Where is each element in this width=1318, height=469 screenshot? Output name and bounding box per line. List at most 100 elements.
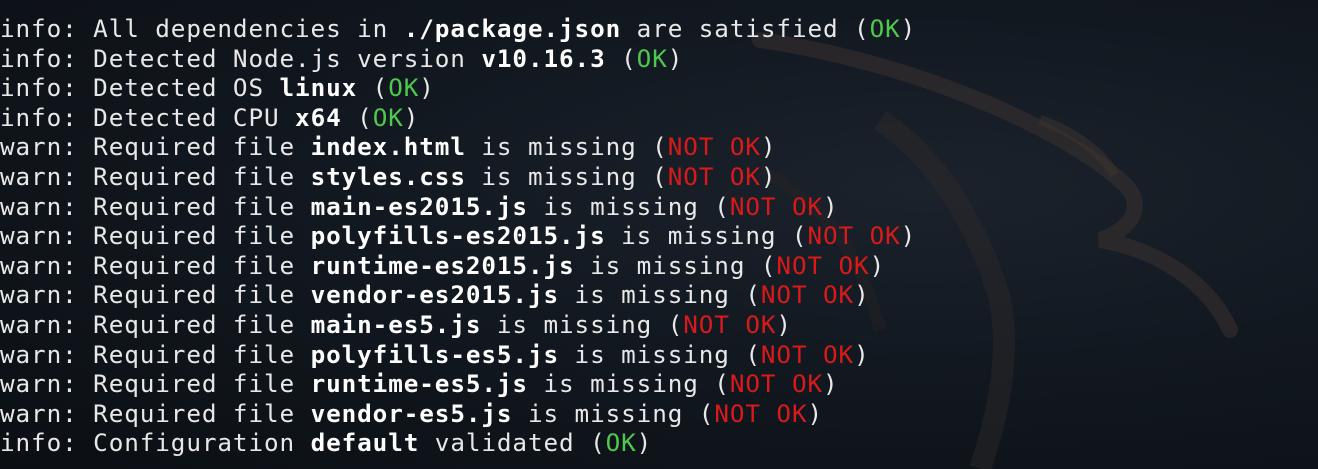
log-output: info: All dependencies in ./package.json… bbox=[0, 14, 1318, 458]
log-message-text: is missing ( bbox=[465, 132, 668, 162]
log-message-text: is missing ( bbox=[527, 369, 730, 399]
status-badge: OK bbox=[636, 43, 668, 73]
log-message-text: is missing ( bbox=[512, 398, 715, 428]
log-message-text: ) bbox=[419, 73, 435, 103]
log-line: warn: Required file styles.css is missin… bbox=[0, 162, 1318, 192]
log-highlight-text: runtime-es2015.js bbox=[310, 250, 575, 280]
log-highlight-text: v10.16.3 bbox=[481, 43, 606, 73]
log-message-text: ) bbox=[900, 14, 917, 43]
log-line: info: Detected OS linux (OK) bbox=[0, 73, 1318, 103]
log-message-text: is missing ( bbox=[465, 161, 668, 191]
log-line: warn: Required file vendor-es2015.js is … bbox=[0, 280, 1318, 310]
log-message-text: Required file bbox=[77, 250, 311, 280]
log-level-label: info: bbox=[0, 428, 78, 458]
log-line: info: Configuration default validated (O… bbox=[0, 428, 1318, 458]
log-message-text: Detected CPU bbox=[77, 102, 296, 132]
status-badge: OK bbox=[388, 73, 420, 103]
status-badge: NOT OK bbox=[807, 221, 901, 251]
log-line: warn: Required file vendor-es5.js is mis… bbox=[0, 399, 1318, 429]
log-highlight-text: runtime-es5.js bbox=[310, 369, 528, 399]
log-message-text: All dependencies in bbox=[77, 14, 404, 43]
log-level-label: warn: bbox=[0, 221, 78, 251]
log-level-label: warn: bbox=[0, 339, 78, 369]
log-highlight-text: x64 bbox=[295, 102, 342, 132]
log-message-text: is missing ( bbox=[559, 280, 761, 310]
status-badge: OK bbox=[605, 428, 637, 458]
log-highlight-text: linux bbox=[279, 73, 358, 103]
log-message-text: Required file bbox=[77, 161, 311, 191]
log-message-text: ) bbox=[760, 132, 777, 162]
log-level-label: info: bbox=[0, 102, 78, 132]
log-highlight-text: styles.css bbox=[310, 161, 466, 191]
log-level-label: info: bbox=[0, 43, 78, 73]
status-badge: NOT OK bbox=[729, 191, 824, 221]
log-level-label: warn: bbox=[0, 132, 78, 162]
log-message-text: ) bbox=[760, 161, 777, 191]
log-message-text: ) bbox=[667, 43, 684, 73]
log-highlight-text: main-es2015.js bbox=[310, 191, 528, 221]
log-highlight-text: polyfills-es2015.js bbox=[310, 221, 606, 251]
log-line: warn: Required file main-es2015.js is mi… bbox=[0, 192, 1318, 222]
log-message-text: ) bbox=[900, 221, 917, 251]
log-message-text: are satisfied ( bbox=[621, 14, 870, 43]
log-message-text: validated ( bbox=[419, 428, 606, 458]
log-message-text: Detected Node.js version bbox=[77, 43, 482, 73]
log-message-text: Required file bbox=[77, 339, 311, 369]
log-line: info: Detected CPU x64 (OK) bbox=[0, 103, 1318, 133]
log-level-label: warn: bbox=[0, 161, 78, 191]
log-message-text: is missing ( bbox=[559, 339, 761, 369]
log-message-text: Required file bbox=[77, 280, 311, 310]
log-line: warn: Required file polyfills-es2015.js … bbox=[0, 221, 1318, 251]
log-message-text: ( bbox=[341, 102, 373, 132]
log-line: warn: Required file index.html is missin… bbox=[0, 132, 1318, 162]
log-message-text: ) bbox=[807, 398, 824, 428]
log-message-text: is missing ( bbox=[527, 191, 730, 221]
log-message-text: Required file bbox=[77, 191, 311, 221]
log-level-label: warn: bbox=[0, 369, 78, 399]
log-highlight-text: main-es5.js bbox=[310, 309, 482, 339]
log-line: warn: Required file polyfills-es5.js is … bbox=[0, 340, 1318, 370]
status-badge: OK bbox=[869, 14, 901, 43]
log-message-text: ( bbox=[605, 43, 637, 73]
log-highlight-text: vendor-es2015.js bbox=[310, 280, 560, 310]
log-level-label: warn: bbox=[0, 309, 78, 339]
log-message-text: ) bbox=[823, 191, 839, 221]
log-level-label: info: bbox=[0, 73, 78, 103]
terminal-window[interactable]: info: All dependencies in ./package.json… bbox=[0, 0, 1318, 469]
log-line: info: Detected Node.js version v10.16.3 … bbox=[0, 44, 1318, 74]
status-badge: NOT OK bbox=[683, 309, 777, 339]
status-badge: NOT OK bbox=[760, 280, 855, 310]
log-message-text: Required file bbox=[77, 221, 311, 251]
log-message-text: ) bbox=[854, 339, 870, 369]
log-message-text: ) bbox=[869, 250, 886, 280]
log-highlight-text: vendor-es5.js bbox=[310, 398, 513, 428]
log-message-text: is missing ( bbox=[605, 221, 808, 251]
status-badge: NOT OK bbox=[667, 132, 761, 162]
status-badge: NOT OK bbox=[760, 339, 855, 369]
log-message-text: ) bbox=[403, 102, 420, 132]
log-message-text: is missing ( bbox=[481, 309, 684, 339]
log-message-text: ) bbox=[854, 280, 870, 310]
log-message-text: ) bbox=[776, 309, 792, 339]
log-line: warn: Required file main-es5.js is missi… bbox=[0, 310, 1318, 340]
log-level-label: warn: bbox=[0, 191, 78, 221]
log-line: warn: Required file runtime-es5.js is mi… bbox=[0, 369, 1318, 399]
log-message-text: Configuration bbox=[77, 428, 311, 458]
log-message-text: ) bbox=[636, 428, 653, 458]
log-message-text: is missing ( bbox=[574, 250, 777, 280]
log-message-text: Detected OS bbox=[77, 73, 280, 103]
status-badge: NOT OK bbox=[714, 398, 808, 428]
status-badge: NOT OK bbox=[729, 369, 824, 399]
log-level-label: warn: bbox=[0, 398, 78, 428]
status-badge: OK bbox=[372, 102, 404, 132]
log-message-text: ) bbox=[823, 369, 839, 399]
status-badge: NOT OK bbox=[776, 250, 870, 280]
log-highlight-text: index.html bbox=[310, 132, 466, 162]
log-line: warn: Required file runtime-es2015.js is… bbox=[0, 251, 1318, 281]
log-message-text: ( bbox=[357, 73, 389, 103]
log-line: info: All dependencies in ./package.json… bbox=[0, 14, 1318, 44]
log-level-label: warn: bbox=[0, 250, 78, 280]
log-highlight-text: ./package.json bbox=[403, 14, 622, 43]
log-level-label: info: bbox=[0, 14, 78, 43]
log-level-label: warn: bbox=[0, 280, 78, 310]
